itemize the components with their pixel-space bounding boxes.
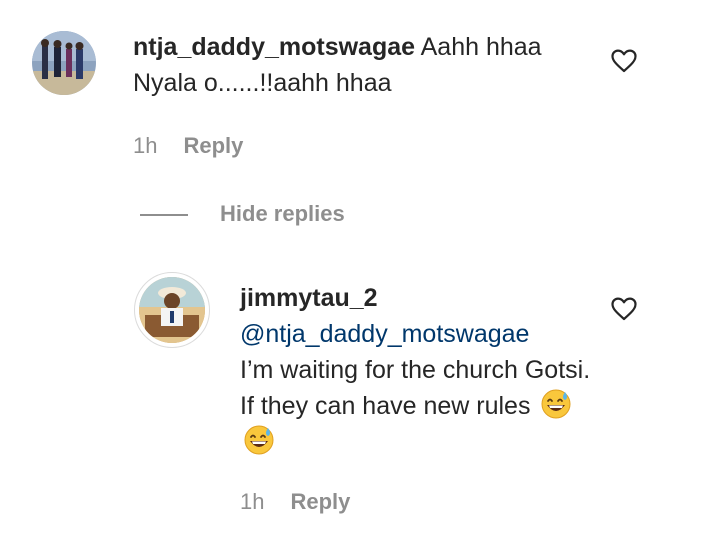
comment-body: ntja_daddy_motswagae Aahh hhaa Nyala o..… xyxy=(133,29,603,101)
grinning-sweat-emoji-icon xyxy=(541,389,571,419)
reply-username[interactable]: jimmytau_2 xyxy=(240,280,600,316)
like-heart-icon[interactable] xyxy=(611,49,637,73)
thread-divider-line xyxy=(140,214,188,216)
grinning-sweat-emoji-icon xyxy=(244,425,274,455)
reply-mention[interactable]: @ntja_daddy_motswagae xyxy=(240,316,600,352)
reply-avatar[interactable] xyxy=(139,277,205,343)
hide-replies-button[interactable]: Hide replies xyxy=(220,201,345,227)
comment-timestamp: 1h xyxy=(133,133,158,158)
reply-button[interactable]: Reply xyxy=(183,133,243,159)
comment-username[interactable]: ntja_daddy_motswagae xyxy=(133,33,415,61)
reply-body: jimmytau_2 @ntja_daddy_motswagae I’m wai… xyxy=(240,280,600,460)
user-avatar-icon xyxy=(139,277,205,343)
user-avatar-icon xyxy=(32,31,96,95)
like-heart-icon[interactable] xyxy=(611,297,637,321)
reply-timestamp: 1h xyxy=(240,489,265,514)
comment-avatar[interactable] xyxy=(32,31,96,95)
comment-meta: 1h Reply xyxy=(133,133,243,159)
reply-meta: 1h Reply xyxy=(240,489,350,515)
reply-button[interactable]: Reply xyxy=(290,489,350,515)
